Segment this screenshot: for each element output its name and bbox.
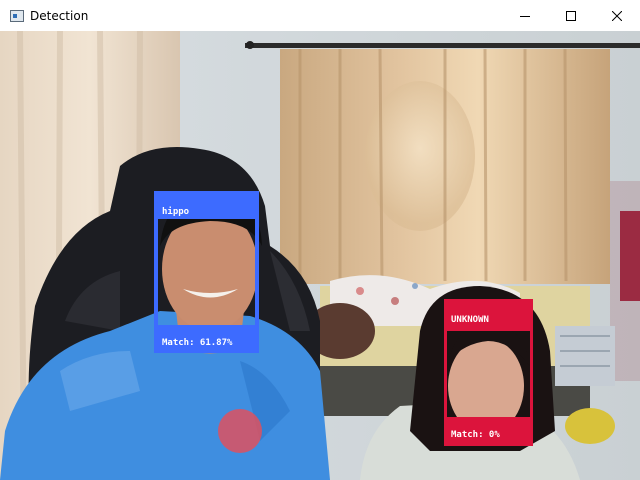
minimize-button[interactable] (502, 0, 548, 31)
minimize-icon (520, 15, 530, 17)
close-button[interactable] (594, 0, 640, 31)
close-icon (612, 10, 622, 21)
detection-window: Detection hippo Match: 61.87% UNKNOWN Ma… (0, 0, 640, 480)
title-bar[interactable]: Detection (0, 0, 640, 32)
detection-match-label: Match: 61.87% (162, 338, 233, 348)
maximize-button[interactable] (548, 0, 594, 31)
detection-name-label: UNKNOWN (451, 315, 489, 325)
camera-feed: hippo Match: 61.87% UNKNOWN Match: 0% (0, 31, 640, 480)
window-controls (502, 0, 640, 31)
window-title: Detection (30, 8, 89, 23)
maximize-icon (566, 10, 576, 21)
app-window-icon (10, 9, 24, 22)
camera-scene (0, 31, 640, 480)
detection-name-label: hippo (162, 207, 190, 217)
detection-match-label: Match: 0% (451, 430, 500, 440)
